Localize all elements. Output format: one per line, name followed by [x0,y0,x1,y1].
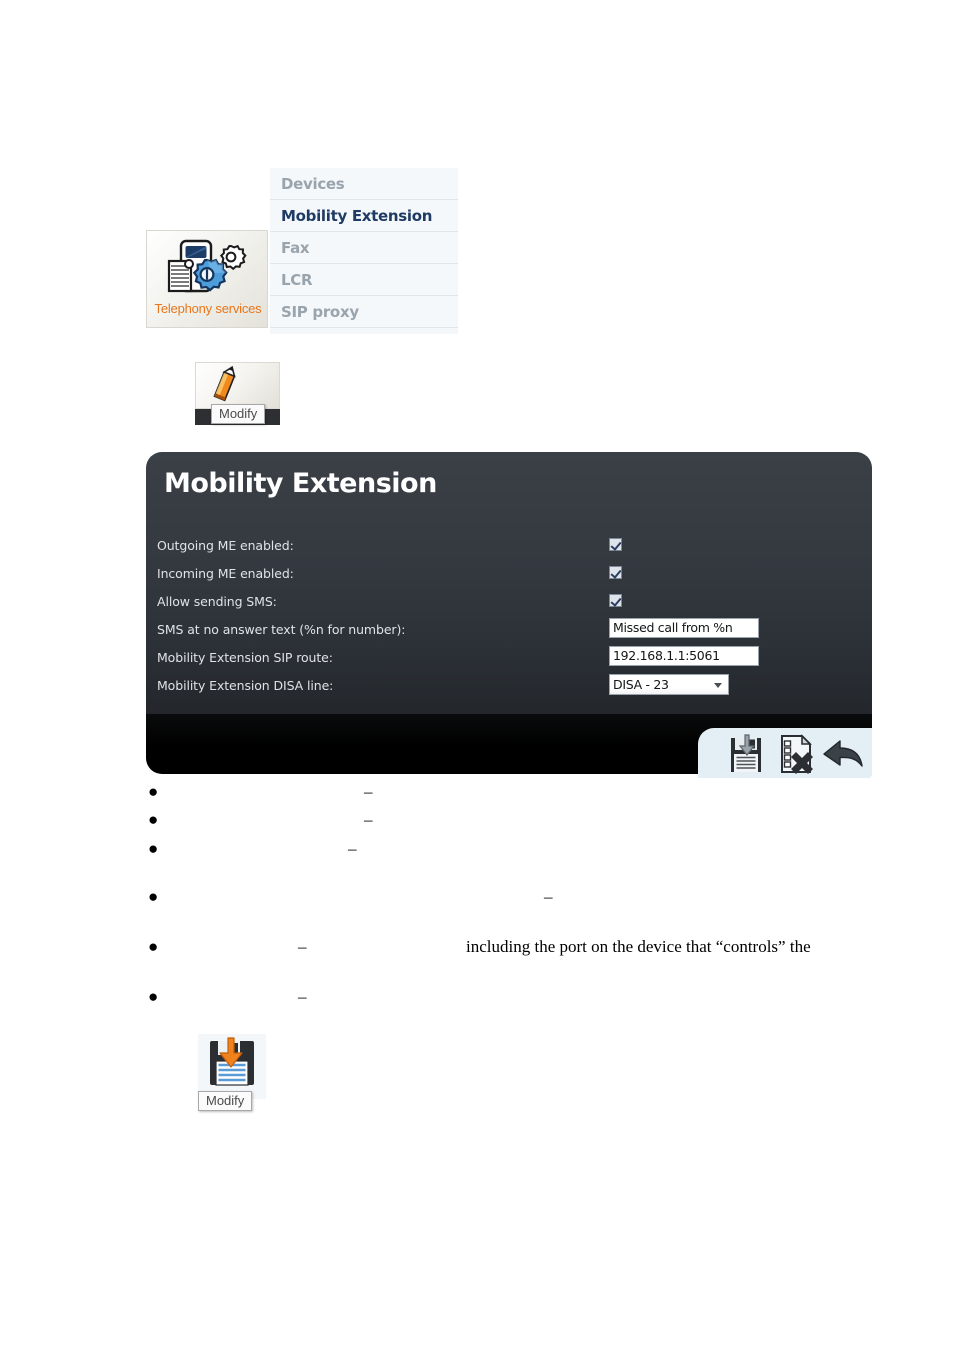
form-row-incoming-me: Incoming ME enabled: [157,562,857,590]
form-label: SMS at no answer text (%n for number): [157,622,406,637]
form-control: 192.168.1.1:5061 [609,646,759,666]
save-button-face [198,1034,266,1099]
incoming-me-enabled-checkbox[interactable] [609,566,622,579]
telephony-nav-block: Telephony services Devices Mobility Exte… [146,168,458,336]
service-menu: Devices Mobility Extension Fax LCR SIP p… [270,168,458,334]
bullet-dash: – [298,987,307,1006]
form-control [609,562,622,579]
bullet-dash: – [298,937,307,956]
bullet-dash: – [364,782,373,801]
telephony-services-label: Telephony services [154,301,262,316]
mobility-extension-panel: Mobility Extension Outgoing ME enabled: … [146,452,872,778]
bullet-marker: ● [148,839,159,858]
telephony-services-button[interactable]: Telephony services [146,230,268,328]
allow-sending-sms-checkbox[interactable] [609,594,622,607]
bullet-marker: ● [148,887,159,906]
save-floppy-icon [206,1037,258,1091]
delete-button[interactable] [772,732,820,776]
sms-no-answer-text-input[interactable]: Missed call from %n [609,618,759,638]
menu-item-devices[interactable]: Devices [270,168,458,200]
menu-item-label: Devices [281,175,345,193]
page-title: Mobility Extension [164,468,437,499]
form-label: Mobility Extension SIP route: [157,650,333,665]
disa-line-select[interactable]: DISA - 23 [609,674,729,695]
modify-tooltip: Modify [211,404,266,424]
save-document-icon [731,734,761,772]
bullet-marker: ● [148,937,159,956]
bullet-text: including the port on the device that “c… [466,937,811,956]
menu-item-label: Mobility Extension [281,207,433,225]
pencil-icon [213,365,236,402]
mobility-extension-form: Outgoing ME enabled: Incoming ME enabled… [157,534,857,702]
list-item: ● – [130,887,940,937]
form-control: Missed call from %n [609,618,759,638]
back-button[interactable] [820,732,868,776]
list-item: ● – including the port on the device tha… [130,937,940,987]
menu-item-mobility-extension[interactable]: Mobility Extension [270,200,458,232]
chevron-down-icon [714,683,722,688]
modify-tooltip: Modify [198,1091,253,1111]
sip-route-input[interactable]: 192.168.1.1:5061 [609,646,759,666]
form-row-sip-route: Mobility Extension SIP route: 192.168.1.… [157,646,857,674]
list-item: ● – [130,839,940,887]
menu-item-lcr[interactable]: LCR [270,264,458,296]
form-row-outgoing-me: Outgoing ME enabled: [157,534,857,562]
bullet-dash: – [364,810,373,829]
bullet-marker: ● [148,987,159,1006]
form-label: Mobility Extension DISA line: [157,678,334,693]
modify-save-button[interactable]: Modify [198,1034,266,1120]
form-row-disa-line: Mobility Extension DISA line: DISA - 23 [157,674,857,702]
form-label: Allow sending SMS: [157,594,277,609]
bullet-dash: – [348,839,357,858]
outgoing-me-enabled-checkbox[interactable] [609,538,622,551]
bullet-dash: – [544,887,553,906]
bullet-marker: ● [148,810,159,829]
form-control [609,590,622,607]
pencil-button-face [195,362,280,409]
panel-body: Mobility Extension Outgoing ME enabled: … [146,452,872,714]
back-arrow-icon [823,740,863,767]
disa-line-selected-value: DISA - 23 [613,677,669,692]
form-control [609,534,622,551]
form-row-allow-sms: Allow sending SMS: [157,590,857,618]
delete-document-icon [781,734,813,774]
telephony-services-icon [157,237,257,299]
form-label: Outgoing ME enabled: [157,538,294,553]
bullet-marker: ● [148,782,159,801]
form-label: Incoming ME enabled: [157,566,294,581]
modify-pencil-button[interactable]: Modify [195,362,280,425]
action-toolbar [698,728,872,778]
menu-item-fax[interactable]: Fax [270,232,458,264]
form-row-sms-text: SMS at no answer text (%n for number): M… [157,618,857,646]
list-item: ● – [130,810,940,839]
menu-item-label: Fax [281,239,310,257]
list-item: ● – [130,782,940,810]
menu-item-label: SIP proxy [281,303,359,321]
form-control: DISA - 23 [609,674,729,695]
menu-item-sip-proxy[interactable]: SIP proxy [270,296,458,328]
save-button[interactable] [722,732,770,776]
menu-item-label: LCR [281,271,313,289]
document-bullet-list: ● – ● – ● – ● – ● – including the port o… [130,782,940,1017]
list-item: ● – [130,987,940,1017]
